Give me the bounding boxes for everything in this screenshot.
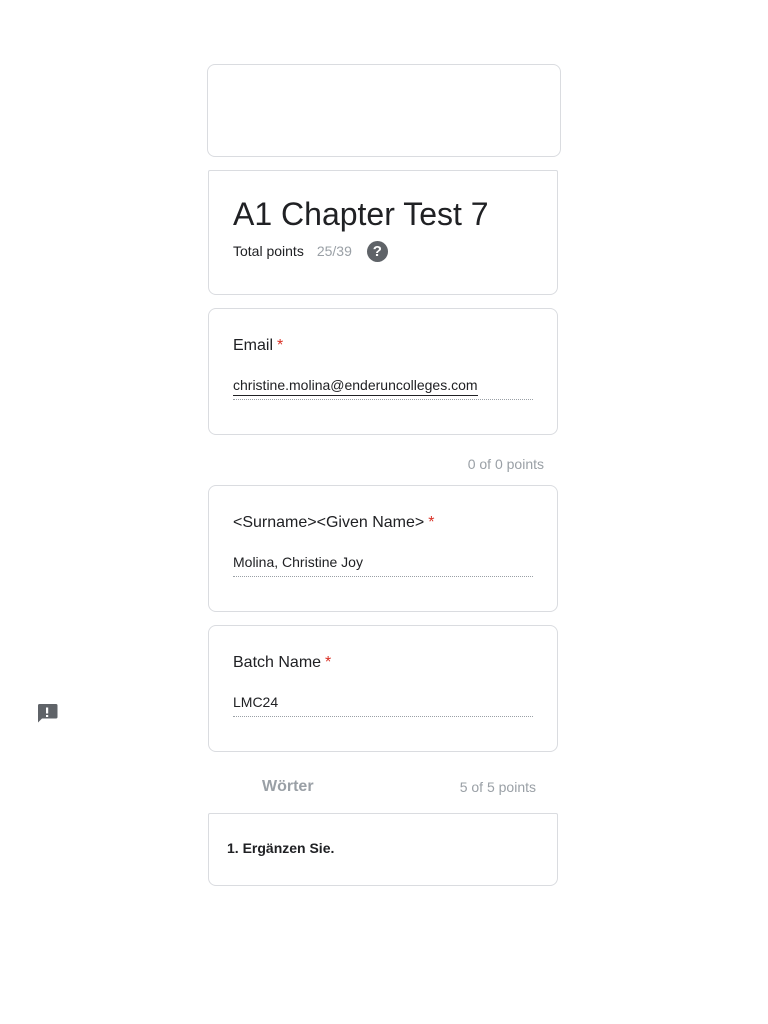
question-label: Email * — [233, 335, 283, 357]
quiz-response-page: A1 Chapter Test 7 Total points 25/39 ? E… — [0, 0, 768, 1024]
question-label-text: Batch Name — [233, 654, 322, 671]
question-label: Batch Name * — [233, 652, 331, 674]
batch-answer-value: LMC24 — [233, 694, 279, 710]
question-name: <Surname><Given Name> * Molina, Christine… — [208, 485, 558, 612]
section-title: Wörter — [262, 778, 314, 795]
section-question-label: 1. Ergänzen Sie. — [227, 840, 335, 856]
answer-field: christine.molina@enderuncolleges.com — [233, 375, 533, 400]
question-email: Email * christine.molina@enderuncolleges.… — [208, 308, 558, 435]
question-points: 0 of 0 points — [467, 456, 544, 472]
name-answer-value: Molina, Christine Joy — [233, 554, 363, 570]
answer-field: LMC24 — [233, 692, 533, 717]
report-feedback-icon[interactable] — [36, 703, 58, 723]
required-marker: * — [325, 654, 332, 671]
email-answer-value[interactable]: christine.molina@enderuncolleges.com — [233, 375, 478, 396]
help-icon[interactable]: ? — [366, 240, 388, 262]
total-points-label: Total points — [233, 243, 304, 259]
question-label: <Surname><Given Name> * — [233, 512, 434, 534]
form-title-card: A1 Chapter Test 7 Total points 25/39 ? — [208, 170, 558, 295]
form-title: A1 Chapter Test 7 — [233, 196, 489, 232]
section-question-card: 1. Ergänzen Sie. — [208, 813, 558, 886]
question-batch-name: Batch Name * LMC24 — [208, 625, 558, 752]
answer-field: Molina, Christine Joy — [233, 552, 533, 577]
required-marker: * — [277, 337, 284, 354]
question-label-text: <Surname><Given Name> — [233, 514, 425, 531]
form-header-banner — [207, 64, 561, 157]
total-points-row: Total points 25/39 ? — [233, 239, 388, 263]
section-points: 5 of 5 points — [459, 779, 536, 795]
section-header: Wörter 5 of 5 points — [208, 778, 558, 800]
question-label-text: Email — [233, 337, 274, 354]
required-marker: * — [428, 514, 435, 531]
total-points-value: 25/39 — [316, 243, 352, 259]
